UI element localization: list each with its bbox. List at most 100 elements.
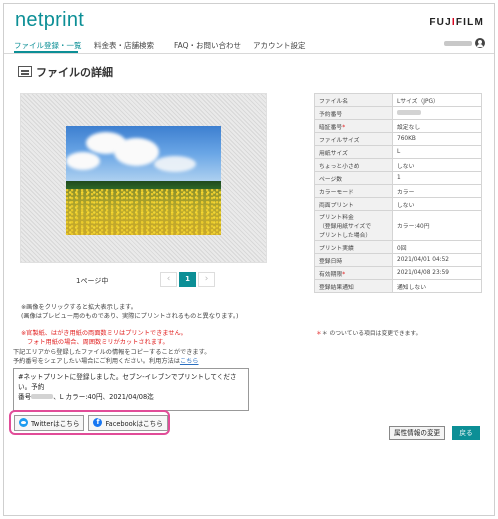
tab-faq-contact[interactable]: FAQ・お問い合わせ bbox=[174, 40, 241, 51]
facebook-share-button[interactable]: f Facebookはこちら bbox=[88, 414, 168, 431]
detail-key-text: プリント料金 bbox=[319, 215, 354, 221]
tab-account-settings[interactable]: アカウント設定 bbox=[253, 40, 306, 51]
detail-row: ファイル名 Lサイズ（JPG） bbox=[314, 93, 482, 107]
page-count-label: 1ページ中 bbox=[76, 277, 109, 285]
detail-row: ファイルサイズ 760KB bbox=[314, 132, 482, 146]
attribute-change-button[interactable]: 属性情報の変更 bbox=[389, 426, 446, 440]
required-mark: * bbox=[342, 271, 346, 278]
share-text-prefix: 番号 bbox=[18, 393, 32, 401]
share-buttons-highlight: Twitterはこちら f Facebookはこちら bbox=[9, 410, 170, 435]
preview-note: (画像はプレビュー用のものであり、実際にプリントされるものと異なります。) bbox=[21, 313, 239, 320]
detail-key-text: ページ数 bbox=[319, 176, 343, 183]
detail-row: 登録日時 2021/04/01 04:52 bbox=[314, 253, 482, 267]
detail-row: 両面プリント しない bbox=[314, 197, 482, 211]
copy-info-note: 下記エリアから登録したファイルの情報をコピーすることができます。 bbox=[13, 349, 211, 356]
detail-key-text: 有効期限 bbox=[319, 271, 343, 278]
user-icon[interactable] bbox=[475, 38, 485, 48]
detail-key-text: ちょっと小さめ bbox=[319, 163, 360, 170]
active-tab-indicator bbox=[14, 51, 78, 53]
detail-value: L bbox=[392, 145, 482, 159]
twitter-share-label: Twitterはこちら bbox=[31, 419, 80, 428]
detail-key: 用紙サイズ bbox=[314, 145, 393, 159]
detail-row: 暗証番号* 設定なし bbox=[314, 119, 482, 133]
detail-value: 2021/04/08 23:59 bbox=[392, 266, 482, 280]
detail-key: 有効期限* bbox=[314, 266, 393, 280]
detail-value: Lサイズ（JPG） bbox=[392, 93, 482, 107]
netprint-logo[interactable]: netprint bbox=[15, 9, 84, 32]
tab-file-list[interactable]: ファイル登録・一覧 bbox=[14, 40, 82, 51]
brand-prefix: FUJ bbox=[429, 17, 452, 28]
main-nav: ファイル登録・一覧 料金表・店舗検索 FAQ・お問い合わせ アカウント設定 bbox=[4, 37, 494, 54]
share-text-line2: 番号 、L カラー:40円、2021/04/08迄 bbox=[18, 392, 244, 402]
tab-price-store-search[interactable]: 料金表・店舗検索 bbox=[94, 40, 154, 51]
back-button[interactable]: 戻る bbox=[452, 426, 480, 440]
prev-page-button[interactable]: ‹ bbox=[160, 272, 177, 287]
detail-key: 登録結果通知 bbox=[314, 279, 393, 293]
detail-value: 通知しない bbox=[392, 279, 482, 293]
detail-key-text: 暗証番号 bbox=[319, 124, 343, 131]
detail-key: プリント料金 （登録用紙サイズで プリントした場合） bbox=[314, 210, 393, 241]
detail-key: ファイルサイズ bbox=[314, 132, 393, 146]
detail-value: 760KB bbox=[392, 132, 482, 146]
detail-row: カラーモード カラー bbox=[314, 184, 482, 198]
brand-suffix: FILM bbox=[455, 17, 484, 28]
share-text-area[interactable]: #ネットプリントに登録しました。セブン‐イレブンでプリントしてください。予約 番… bbox=[13, 368, 249, 411]
detail-key-text: （登録用紙サイズで bbox=[319, 224, 371, 230]
page-1-button[interactable]: 1 bbox=[179, 272, 196, 287]
detail-value: 設定なし bbox=[392, 119, 482, 133]
page-title: ファイルの詳細 bbox=[18, 64, 113, 80]
detail-row: プリント実績 0回 bbox=[314, 240, 482, 254]
detail-value: しない bbox=[392, 197, 482, 211]
reservation-number-blurred bbox=[31, 394, 54, 399]
share-text-line1: #ネットプリントに登録しました。セブン‐イレブンでプリントしてください。予約 bbox=[18, 373, 237, 391]
detail-key-text: ファイルサイズ bbox=[319, 137, 360, 144]
detail-value: 0回 bbox=[392, 240, 482, 254]
user-name-blurred bbox=[444, 41, 472, 46]
reservation-number-blurred bbox=[397, 109, 421, 115]
share-info-text: 予約番号をシェアしたい場合にご利用ください。利用方法は bbox=[13, 358, 180, 365]
detail-row: プリント料金 （登録用紙サイズで プリントした場合） カラー:40円 bbox=[314, 210, 482, 241]
usage-link[interactable]: こちら bbox=[180, 358, 199, 365]
detail-row: 有効期限* 2021/04/08 23:59 bbox=[314, 266, 482, 280]
detail-key: ファイル名 bbox=[314, 93, 393, 107]
detail-row: 登録結果通知 通知しない bbox=[314, 279, 482, 293]
share-info-note: 予約番号をシェアしたい場合にご利用ください。利用方法はこちら bbox=[13, 356, 199, 365]
sunflower-field-image[interactable] bbox=[66, 126, 221, 235]
detail-row: ちょっと小さめ しない bbox=[314, 158, 482, 172]
detail-key: カラーモード bbox=[314, 184, 393, 198]
editable-items-note-text: ＊ のついている項目は変更できます。 bbox=[321, 331, 422, 337]
enlarge-note: ※画像をクリックすると拡大表示します。 bbox=[21, 304, 137, 311]
facebook-icon: f bbox=[93, 418, 103, 427]
detail-key: 登録日時 bbox=[314, 253, 393, 267]
detail-key-text: ファイル名 bbox=[319, 98, 348, 105]
page-title-text: ファイルの詳細 bbox=[36, 66, 113, 79]
detail-key: ちょっと小さめ bbox=[314, 158, 393, 172]
next-page-button[interactable]: › bbox=[198, 272, 215, 287]
preview-area bbox=[20, 93, 267, 263]
detail-value bbox=[392, 106, 482, 120]
twitter-share-button[interactable]: Twitterはこちら bbox=[14, 414, 85, 431]
detail-key-text: プリントした場合） bbox=[319, 233, 372, 239]
detail-key-text: プリント実績 bbox=[319, 245, 354, 252]
detail-key-text: 両面プリント bbox=[319, 202, 354, 209]
twitter-icon bbox=[19, 418, 28, 427]
detail-value: カラー bbox=[392, 184, 482, 198]
photo-cloud bbox=[114, 138, 159, 166]
warning-photo-paper: フォト用紙の場合、周囲数ミリがカットされます。 bbox=[27, 339, 169, 346]
required-mark: * bbox=[342, 124, 346, 131]
pagination: ‹ 1 › bbox=[160, 272, 215, 287]
detail-value: しない bbox=[392, 158, 482, 172]
fujifilm-logo: FUJIFILM bbox=[429, 17, 484, 28]
detail-value: 1 bbox=[392, 171, 482, 185]
detail-row: ページ数 1 bbox=[314, 171, 482, 185]
detail-value: 2021/04/01 04:52 bbox=[392, 253, 482, 267]
detail-key-text: 用紙サイズ bbox=[319, 150, 348, 157]
photo-cloud bbox=[154, 156, 196, 172]
editable-items-note: ＊＊ のついている項目は変更できます。 bbox=[316, 328, 421, 337]
detail-key-text: 登録結果通知 bbox=[319, 284, 354, 291]
page-frame: netprint FUJIFILM ファイル登録・一覧 料金表・店舗検索 FAQ… bbox=[3, 3, 495, 516]
detail-key-text: 予約番号 bbox=[319, 111, 343, 118]
detail-key: 暗証番号* bbox=[314, 119, 393, 133]
photo-sunflowers bbox=[66, 189, 221, 235]
detail-key: プリント実績 bbox=[314, 240, 393, 254]
